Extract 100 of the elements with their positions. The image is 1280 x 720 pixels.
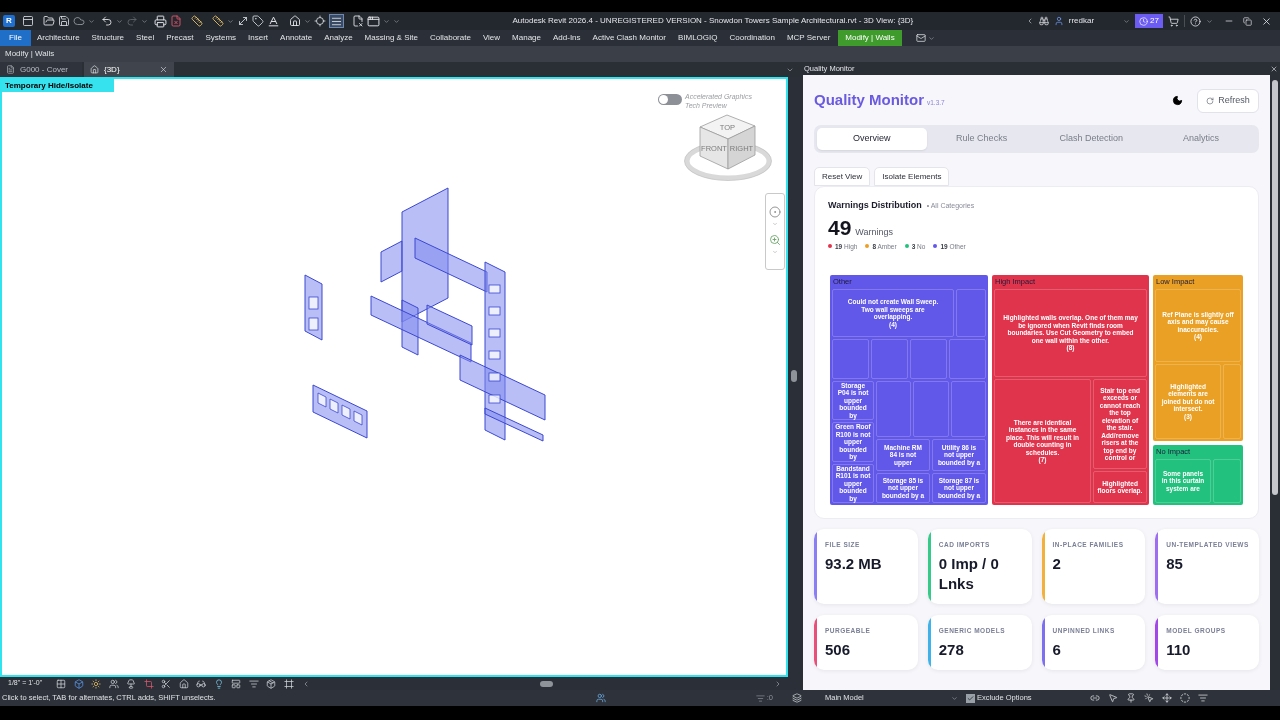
- circle-dot-icon[interactable]: [769, 206, 781, 218]
- ribbon-tab[interactable]: Systems: [199, 30, 243, 46]
- treemap-cell[interactable]: [1213, 459, 1241, 503]
- checkbox[interactable]: [966, 693, 975, 703]
- ribbon-tab[interactable]: Add-Ins: [547, 30, 587, 46]
- panel-tab[interactable]: Analytics: [1146, 128, 1256, 150]
- close-icon[interactable]: [159, 65, 168, 74]
- cart-icon[interactable]: [1168, 15, 1179, 27]
- help-icon[interactable]: [1190, 15, 1201, 27]
- move-icon[interactable]: [1162, 693, 1172, 703]
- caret-icon[interactable]: [141, 17, 148, 25]
- filter-icon[interactable]: [248, 678, 259, 689]
- caret-icon[interactable]: [116, 17, 123, 25]
- lamp-icon[interactable]: [126, 678, 136, 689]
- action-button[interactable]: Reset View: [814, 167, 871, 186]
- panel-tab[interactable]: Clash Detection: [1036, 128, 1147, 150]
- ribbon-tab[interactable]: Coordination: [723, 30, 781, 46]
- scissors-icon[interactable]: [161, 678, 171, 689]
- moon-icon[interactable]: [1172, 95, 1183, 106]
- treemap-cell[interactable]: [876, 380, 912, 437]
- close-icon[interactable]: [1261, 15, 1272, 27]
- ribbon-tab[interactable]: View: [476, 30, 507, 46]
- scroll-thumb[interactable]: [1272, 80, 1278, 495]
- chevron-right-icon[interactable]: [774, 679, 782, 688]
- treemap-cell[interactable]: [832, 339, 869, 379]
- scroll-thumb[interactable]: [791, 370, 797, 382]
- ribbon-tab[interactable]: Manage: [506, 30, 547, 46]
- crop-icon[interactable]: [143, 678, 154, 689]
- ribbon-tab[interactable]: Active Clash Monitor: [586, 30, 672, 46]
- pin-icon[interactable]: [1126, 693, 1136, 703]
- ribbon-tab[interactable]: Architecture: [30, 30, 86, 46]
- house-icon[interactable]: [289, 15, 301, 27]
- crosshair-icon[interactable]: [314, 15, 326, 27]
- scroll-thumb[interactable]: [539, 680, 553, 687]
- ribbon-tab[interactable]: Collaborate: [423, 30, 477, 46]
- refresh-button[interactable]: Refresh: [1197, 88, 1259, 113]
- cube-icon[interactable]: [73, 678, 84, 689]
- thin-lines-toggle[interactable]: [329, 14, 344, 28]
- caret-icon[interactable]: [951, 694, 958, 702]
- restore-icon[interactable]: [1243, 16, 1252, 26]
- ribbon-tab[interactable]: Steel: [130, 30, 161, 46]
- caret-icon[interactable]: [1123, 17, 1131, 25]
- glasses-icon[interactable]: [196, 678, 206, 689]
- ribbon-tab[interactable]: Analyze: [318, 30, 359, 46]
- caret-icon[interactable]: [304, 17, 311, 25]
- treemap-cell[interactable]: [1223, 364, 1241, 439]
- text-icon[interactable]: [267, 14, 280, 28]
- folder-icon[interactable]: [43, 15, 55, 27]
- sun-icon[interactable]: [91, 678, 101, 689]
- action-button[interactable]: Isolate Elements: [874, 167, 950, 186]
- binoculars-icon[interactable]: [1038, 16, 1049, 26]
- grid-icon[interactable]: [56, 678, 66, 689]
- treemap-cell[interactable]: [950, 380, 986, 437]
- vertical-scrollbar[interactable]: [1270, 75, 1280, 690]
- diagonal-arrow-icon[interactable]: [237, 15, 249, 27]
- zoom-icon[interactable]: [769, 234, 781, 246]
- ruler-icon[interactable]: [191, 15, 203, 27]
- people-icon[interactable]: [596, 693, 606, 703]
- caret-icon[interactable]: [1206, 17, 1213, 25]
- document-tab[interactable]: G000 - Cover: [0, 62, 82, 77]
- cloud-icon[interactable]: [73, 15, 85, 27]
- panel-icon[interactable]: [231, 678, 241, 689]
- trial-badge[interactable]: 27: [1135, 14, 1163, 28]
- ribbon-tab[interactable]: Massing & Site: [358, 30, 424, 46]
- filter-icon[interactable]: [755, 693, 765, 703]
- window-icon[interactable]: [367, 14, 380, 28]
- pointer-icon[interactable]: [1108, 693, 1118, 703]
- treemap-cell[interactable]: [949, 339, 986, 379]
- panel-tab[interactable]: Rule Checks: [926, 128, 1037, 150]
- tag-icon[interactable]: [252, 15, 264, 27]
- app-logo[interactable]: R: [3, 15, 15, 27]
- hash-icon[interactable]: [283, 678, 294, 689]
- panel-tab[interactable]: Overview: [817, 128, 927, 150]
- undo-icon[interactable]: [101, 15, 113, 27]
- treemap-cell[interactable]: [910, 339, 947, 379]
- people-icon[interactable]: [108, 678, 119, 689]
- ribbon-tab[interactable]: File: [0, 30, 31, 46]
- treemap-cell[interactable]: [913, 380, 949, 437]
- ruler-icon[interactable]: [212, 15, 224, 27]
- box-icon[interactable]: [266, 678, 276, 689]
- dashed-circle-icon[interactable]: [1180, 693, 1190, 703]
- ribbon-tab[interactable]: Insert: [242, 30, 275, 46]
- graphics-toggle[interactable]: [658, 94, 682, 105]
- save-icon[interactable]: [58, 15, 70, 27]
- caret-icon[interactable]: [88, 17, 95, 25]
- ribbon-tab[interactable]: Annotate: [274, 30, 319, 46]
- ribbon-tab[interactable]: BIMLOGIQ: [671, 30, 724, 46]
- link-icon[interactable]: [1090, 693, 1100, 703]
- layers-icon[interactable]: [792, 693, 802, 703]
- pointer-icon[interactable]: [1144, 693, 1154, 703]
- printer-icon[interactable]: [154, 14, 167, 28]
- window-icon[interactable]: [22, 15, 34, 27]
- caret-icon[interactable]: [927, 34, 935, 42]
- close-icon[interactable]: [1270, 64, 1278, 73]
- ribbon-tab[interactable]: Structure: [85, 30, 131, 46]
- lightbulb-icon[interactable]: [213, 678, 224, 689]
- treemap-cell[interactable]: [956, 289, 986, 338]
- treemap-cell[interactable]: [871, 339, 908, 379]
- ribbon-tab[interactable]: MCP Server: [780, 30, 837, 46]
- ribbon-tab[interactable]: Precast: [160, 30, 200, 46]
